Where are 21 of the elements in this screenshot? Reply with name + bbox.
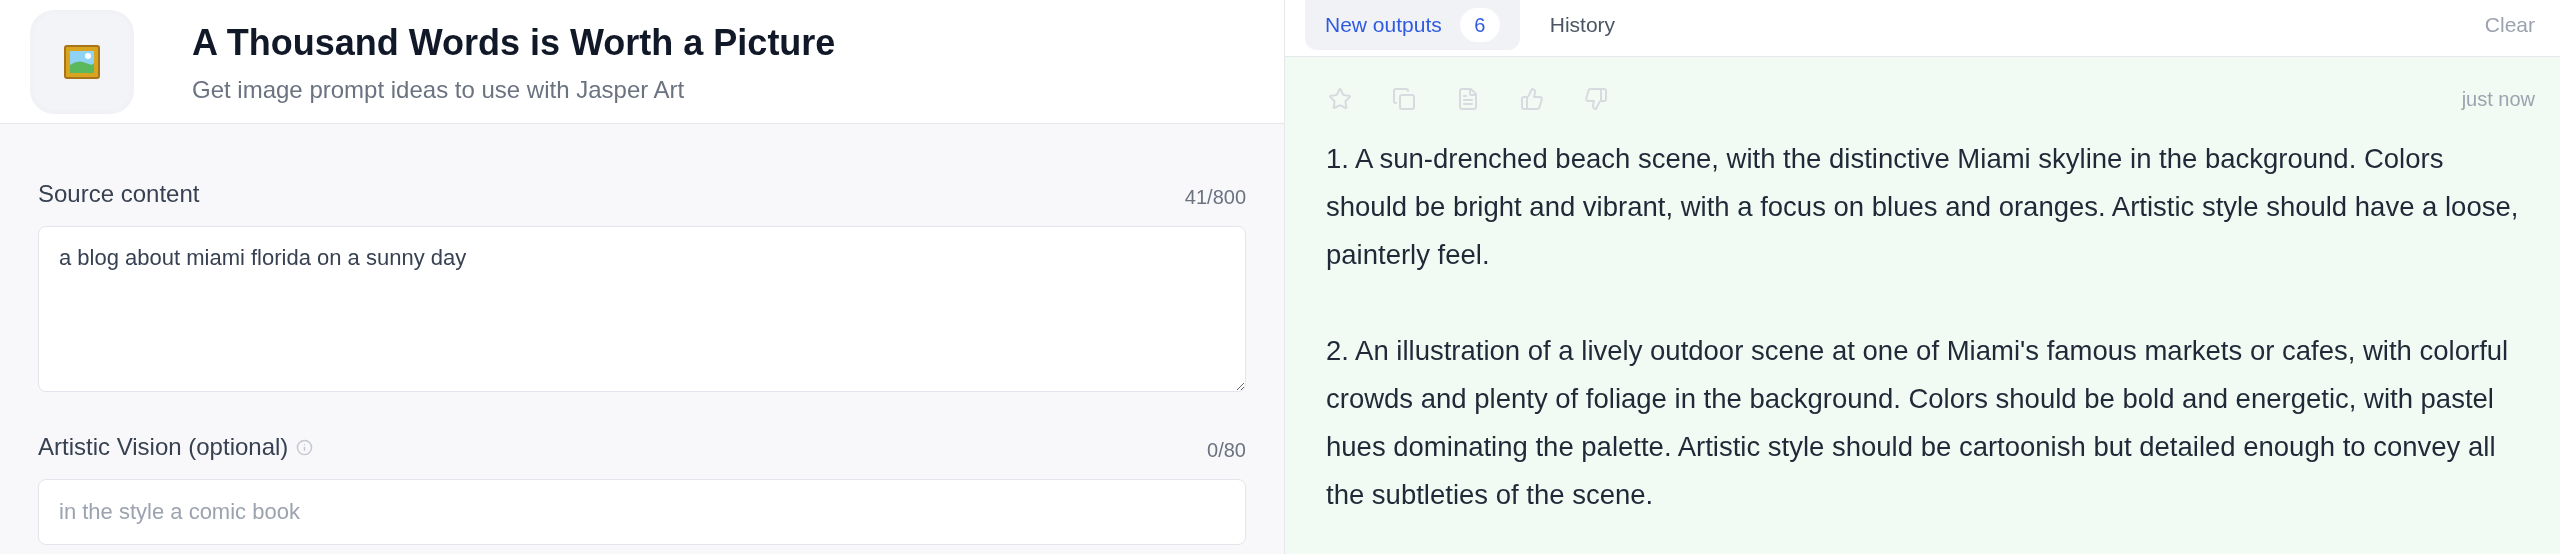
page-subtitle: Get image prompt ideas to use with Jasper Art [192, 74, 686, 105]
output-paragraph: 2. An illustration of a lively outdoor scene at one of Miami's famous markets or cafes, with colorful crowds and plenty of foliage in the background. Colors should be bold and energetic, with pastel hues dominating the palette. Artistic style should be cartoonish but detailed enough to convey all the subtleties of the scene. [1326, 334, 2510, 512]
output-paragraph: 1. A sun-drenched beach scene, with the distinctive Miami skyline in the background. Colors should be bright and vibrant, with a focus on blues and oranges. Artistic style should have a loose, painterly feel. [1326, 142, 2520, 272]
thumbs-down-icon[interactable] [1584, 87, 1608, 111]
field-label: Source content [38, 179, 200, 209]
star-icon[interactable] [1328, 87, 1352, 111]
info-icon[interactable] [296, 438, 314, 456]
count-badge: 6 [1459, 8, 1500, 42]
page-title: A Thousand Words is Worth a Picture [192, 20, 836, 65]
character-counter: 0/80 [1207, 438, 1246, 463]
source-content-field[interactable]: a blog about miami florida on a sunny day [38, 226, 1246, 392]
framed-picture-icon [64, 44, 100, 79]
tab[interactable]: New outputs 6 [1305, 0, 1520, 50]
document-icon[interactable] [1456, 87, 1480, 111]
thumbs-up-icon[interactable] [1520, 87, 1544, 111]
tab[interactable]: History [1529, 0, 1636, 50]
artistic-vision-field[interactable]: in the style a comic book [38, 479, 1246, 545]
character-counter: 41/800 [1184, 185, 1246, 210]
copy-icon[interactable] [1392, 87, 1416, 111]
timestamp: just now [2461, 87, 2535, 112]
field-label: Artistic Vision (optional) [38, 432, 289, 462]
